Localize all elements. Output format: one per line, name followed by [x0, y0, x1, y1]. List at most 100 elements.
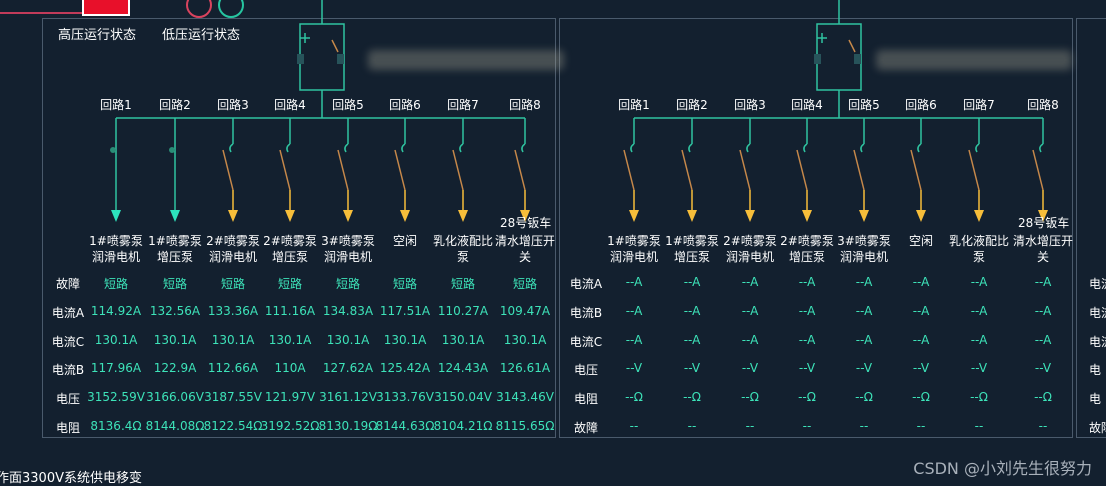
- value-cell: --A: [912, 275, 930, 289]
- value-cell: 111.16A: [264, 303, 316, 318]
- value-cell: --A: [798, 303, 816, 318]
- value-cell: 126.61A: [499, 361, 551, 376]
- value-cell: 8136.4Ω: [90, 419, 142, 433]
- circuit-label: 回路4: [791, 98, 823, 112]
- value-cell: 短路: [450, 277, 475, 291]
- open-switch: [514, 149, 526, 191]
- value-cell: 130.1A: [94, 332, 138, 347]
- value-cell: --Ω: [970, 390, 988, 405]
- device-name: 2#喷雾泵 增压泵: [263, 234, 317, 264]
- load-arrow-icon: [458, 210, 468, 222]
- value-cell: --Ω: [741, 390, 759, 405]
- value-cell: 132.56A: [149, 303, 201, 318]
- value-cell: 110A: [274, 361, 306, 376]
- value-cell: 130.1A: [268, 332, 312, 347]
- value-cell: --V: [741, 361, 759, 376]
- circuit-label: 回路7: [447, 98, 479, 112]
- value-cell: 3192.52Ω: [260, 419, 320, 433]
- value-cell: --A: [741, 275, 759, 289]
- breaker-switch: [331, 39, 339, 53]
- device-name: 乳化液配比 泵: [432, 234, 493, 264]
- load-arrow-icon: [974, 210, 984, 222]
- value-cell: --Ω: [683, 390, 701, 405]
- row-label: 电阻: [573, 392, 598, 407]
- load-arrow-icon: [228, 210, 238, 222]
- row-label: 电压: [55, 392, 80, 407]
- value-cell: 117.51A: [379, 303, 431, 318]
- row-label: 电流A: [51, 305, 85, 320]
- value-cell: 3143.46V: [496, 390, 554, 405]
- circuit-label: 回路5: [332, 98, 364, 112]
- value-cell: --: [629, 419, 639, 433]
- value-cell: 130.1A: [383, 332, 427, 347]
- value-cell: --A: [798, 275, 816, 289]
- device-name: 2#喷雾泵 润滑电机: [723, 234, 777, 264]
- value-cell: --Ω: [912, 390, 930, 405]
- breaker-block: [297, 54, 304, 64]
- value-cell: --: [974, 419, 984, 433]
- row-label: 故障: [1089, 421, 1106, 435]
- value-cell: --V: [625, 361, 643, 376]
- breaker-block: [814, 54, 821, 64]
- value-cell: 8144.63Ω: [375, 419, 435, 433]
- value-cell: --A: [683, 332, 701, 347]
- row-label: 电流: [1089, 305, 1106, 320]
- branch-circuit-6: [910, 118, 926, 222]
- value-cell: 8144.08Ω: [145, 419, 205, 433]
- load-arrow-icon: [400, 210, 410, 222]
- value-cell: 短路: [392, 277, 417, 291]
- row-label: 故障: [55, 277, 80, 291]
- value-cell: --Ω: [1034, 390, 1052, 405]
- value-cell: 短路: [277, 277, 302, 291]
- circuit-label: 回路7: [963, 98, 995, 112]
- value-cell: --V: [1034, 361, 1052, 376]
- branch-circuit-7: [452, 118, 468, 222]
- load-arrow-icon: [111, 210, 121, 222]
- branch-circuit-3: [222, 118, 238, 222]
- value-cell: 8104.21Ω: [433, 419, 493, 433]
- value-cell: 短路: [162, 277, 187, 291]
- circuit-label: 回路4: [274, 98, 306, 112]
- value-cell: 124.43A: [437, 361, 489, 376]
- value-cell: 133.36A: [207, 303, 259, 318]
- value-cell: 127.62A: [322, 361, 374, 376]
- device-name: 2#喷雾泵 润滑电机: [206, 234, 260, 264]
- value-cell: --A: [741, 332, 759, 347]
- row-label: 电流C: [569, 334, 603, 349]
- circuit-label: 回路5: [848, 98, 880, 112]
- open-switch: [337, 149, 349, 191]
- device-name: 1#喷雾泵 增压泵: [665, 234, 719, 264]
- value-cell: --A: [855, 275, 873, 289]
- value-cell: --A: [970, 275, 988, 289]
- load-arrow-icon: [629, 210, 639, 222]
- row-label: 电: [1089, 363, 1102, 378]
- load-arrow-icon: [859, 210, 869, 222]
- branch-circuit-8: [514, 118, 530, 222]
- load-arrow-icon: [343, 210, 353, 222]
- open-switch: [910, 149, 922, 191]
- value-cell: --A: [683, 303, 701, 318]
- open-switch: [222, 149, 234, 191]
- value-cell: --: [1038, 419, 1048, 433]
- open-switch: [681, 149, 693, 191]
- value-cell: 114.92A: [90, 303, 142, 318]
- open-switch: [739, 149, 751, 191]
- value-cell: 8115.65Ω: [495, 419, 555, 433]
- load-arrow-icon: [745, 210, 755, 222]
- value-cell: --V: [683, 361, 701, 376]
- value-cell: 125.42A: [379, 361, 431, 376]
- open-switch: [796, 149, 808, 191]
- value-cell: --A: [683, 275, 701, 289]
- device-name: 清水增压开 关: [494, 234, 555, 264]
- breaker-block: [854, 54, 861, 64]
- value-cell: --V: [970, 361, 988, 376]
- value-cell: --A: [855, 332, 873, 347]
- value-cell: --A: [970, 332, 988, 347]
- value-cell: 3150.04V: [434, 390, 492, 405]
- value-cell: --A: [625, 275, 643, 289]
- value-cell: --: [687, 419, 697, 433]
- value-cell: --V: [798, 361, 816, 376]
- value-cell: 130.1A: [441, 332, 485, 347]
- branch-circuit-8: [1032, 118, 1048, 222]
- value-cell: 121.97V: [264, 390, 316, 405]
